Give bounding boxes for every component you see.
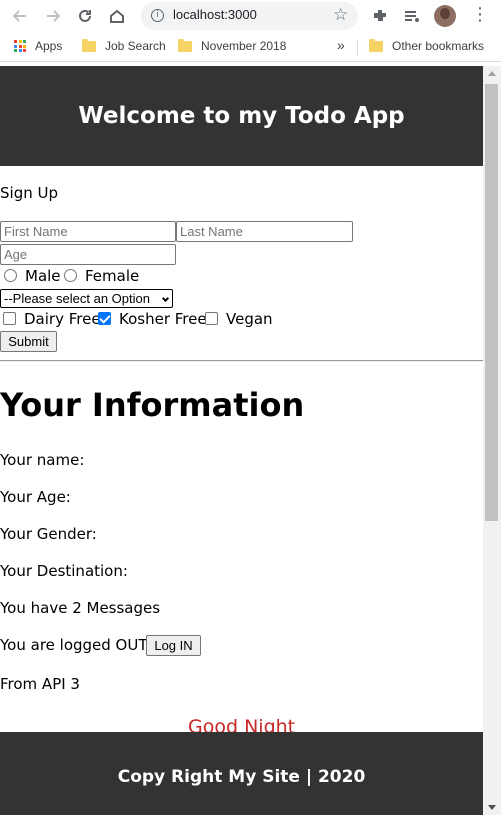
apps-grid-icon (14, 40, 26, 52)
first-name-input[interactable] (0, 221, 176, 242)
your-destination-text: Your Destination: (0, 562, 128, 580)
page-footer: Copy Right My Site | 2020 (0, 732, 483, 815)
footer-copyright: Copy Right My Site | 2020 (117, 766, 366, 787)
log-in-button[interactable]: Log IN (146, 635, 201, 656)
destination-select-value: --Please select an Option (4, 291, 150, 306)
messages-count-text: You have 2 Messages (0, 599, 161, 617)
bookmark-other-bookmarks[interactable]: Other bookmarks (369, 38, 485, 53)
gender-male-label: Male (25, 267, 61, 285)
info-heading: Your Information (0, 386, 305, 424)
bookmark-label: Apps (35, 39, 63, 53)
menu-kebab-icon[interactable]: ⋮ (470, 6, 490, 26)
last-name-input[interactable] (176, 221, 353, 242)
kosher-free-checkbox[interactable] (98, 312, 111, 325)
address-bar[interactable]: i localhost:3000 ☆ (141, 2, 358, 30)
signup-label: Sign Up (0, 184, 58, 202)
folder-icon (369, 38, 383, 52)
bookmarks-overflow-button[interactable]: » (337, 37, 345, 53)
bookmark-label: Other bookmarks (392, 39, 485, 53)
bookmark-job-search[interactable]: Job Search (82, 38, 166, 53)
app-title: Welcome to my Todo App (78, 103, 405, 129)
gender-female-radio[interactable] (64, 269, 77, 282)
gender-male-radio[interactable] (4, 269, 17, 282)
reload-icon[interactable] (75, 6, 95, 26)
bookmark-label: November 2018 (201, 39, 287, 53)
age-input[interactable] (0, 244, 176, 265)
chevron-down-icon (161, 294, 170, 303)
kosher-free-label: Kosher Free (119, 310, 207, 328)
section-divider (0, 360, 483, 362)
folder-icon (82, 38, 96, 52)
info-icon[interactable]: i (151, 9, 164, 22)
your-gender-text: Your Gender: (0, 525, 97, 543)
vegan-checkbox[interactable] (205, 312, 218, 325)
vegan-label: Vegan (226, 310, 273, 328)
gender-female-label: Female (85, 267, 140, 285)
extensions-icon[interactable] (370, 6, 390, 26)
login-status-text: You are logged OUT (0, 636, 148, 654)
profile-avatar[interactable] (434, 5, 456, 27)
star-icon[interactable]: ☆ (333, 5, 348, 25)
dairy-free-label: Dairy Free (24, 310, 101, 328)
folder-icon (178, 38, 192, 52)
destination-select[interactable]: --Please select an Option (0, 289, 173, 308)
bookmarks-divider (357, 39, 358, 56)
bookmarks-bar: Apps Job Search November 2018 » Other bo… (0, 32, 501, 62)
scroll-up-arrow-icon[interactable] (488, 71, 496, 76)
scroll-down-arrow-icon[interactable] (488, 805, 496, 810)
app-header: Welcome to my Todo App (0, 66, 483, 166)
browser-toolbar: i localhost:3000 ☆ ⋮ (0, 0, 501, 32)
page-viewport: Welcome to my Todo App Sign Up Male Fema… (0, 66, 483, 815)
bookmark-label: Job Search (105, 39, 166, 53)
bookmark-apps[interactable]: Apps (14, 39, 62, 53)
forward-arrow-icon[interactable] (43, 6, 63, 26)
api-text: From API 3 (0, 675, 80, 693)
bookmark-november-2018[interactable]: November 2018 (178, 38, 287, 53)
dairy-free-checkbox[interactable] (3, 312, 16, 325)
your-age-text: Your Age: (0, 488, 71, 506)
media-queue-icon[interactable] (402, 6, 422, 26)
back-arrow-icon[interactable] (10, 6, 30, 26)
your-name-text: Your name: (0, 451, 85, 469)
home-icon[interactable] (107, 6, 127, 26)
url-text[interactable]: localhost:3000 (173, 7, 257, 22)
scrollbar-thumb[interactable] (485, 84, 498, 521)
submit-button[interactable]: Submit (0, 331, 57, 352)
